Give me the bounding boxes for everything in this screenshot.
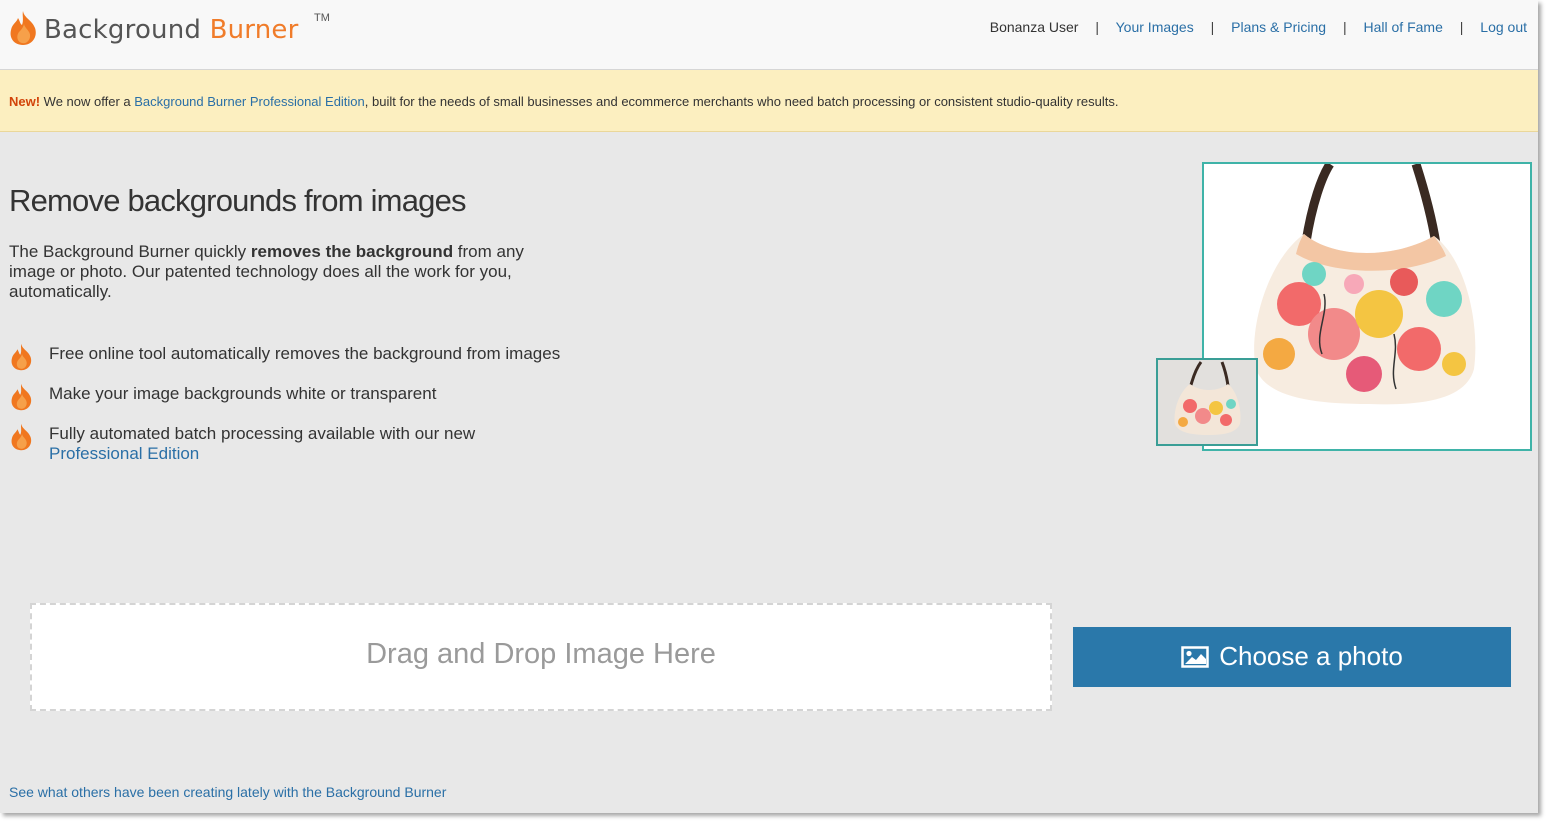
nav-separator: | [1095, 19, 1099, 35]
choose-photo-label: Choose a photo [1219, 641, 1403, 671]
drag-drop-zone[interactable]: Drag and Drop Image Here [30, 603, 1052, 711]
nav-separator: | [1459, 19, 1464, 35]
choose-photo-button-content: Choose a photo [1073, 641, 1511, 672]
trademark: TM [314, 12, 330, 24]
nav-your-images[interactable]: Your Images [1116, 19, 1194, 35]
top-nav: Bonanza User | Your Images | Plans & Pri… [990, 19, 1527, 35]
drag-drop-label: Drag and Drop Image Here [366, 638, 716, 670]
picture-icon [1181, 646, 1209, 668]
announcement-text-after: , built for the needs of small businesse… [364, 94, 1119, 109]
announcement-text-before: We now offer a [40, 94, 135, 109]
brand-word-burner: Burner [209, 15, 299, 45]
hero-description-bold: removes the background [250, 242, 454, 261]
flame-icon [11, 383, 32, 411]
brand-name: Background Burner [44, 15, 299, 45]
new-badge: New! [9, 94, 41, 109]
flame-icon [11, 423, 32, 451]
before-preview-thumbnail [1156, 358, 1258, 446]
flame-icon [10, 11, 36, 45]
handbag-thumbnail-image [1158, 360, 1256, 444]
brand-word-background: Background [44, 15, 202, 45]
nav-separator: | [1210, 19, 1215, 35]
hero-description: The Background Burner quickly removes th… [9, 242, 569, 302]
nav-log-out[interactable]: Log out [1480, 19, 1527, 35]
feature-text: Free online tool automatically removes t… [49, 344, 561, 363]
recent-creations-link[interactable]: See what others have been creating latel… [9, 784, 446, 800]
professional-edition-link[interactable]: Background Burner Professional Edition [134, 94, 365, 109]
feature-text: Fully automated batch processing availab… [49, 424, 476, 443]
feature-text: Make your image backgrounds white or tra… [49, 384, 437, 403]
feature-item: Make your image backgrounds white or tra… [9, 383, 569, 411]
professional-edition-feature-link[interactable]: Professional Edition [49, 444, 199, 463]
feature-item: Free online tool automatically removes t… [9, 343, 569, 371]
hero-description-before: The Background Burner quickly [9, 242, 251, 261]
page-title: Remove backgrounds from images [9, 183, 467, 218]
nav-hall-of-fame[interactable]: Hall of Fame [1364, 19, 1443, 35]
announcement-text: New! We now offer a Background Burner Pr… [9, 94, 1118, 109]
nav-plans-pricing[interactable]: Plans & Pricing [1231, 19, 1326, 35]
page-frame: Background Burner TM Bonanza User | Your… [0, 0, 1538, 813]
flame-icon [11, 343, 32, 371]
choose-photo-button[interactable]: Choose a photo [1073, 627, 1511, 687]
announcement-banner: New! We now offer a Background Burner Pr… [0, 70, 1538, 132]
nav-separator: | [1342, 19, 1347, 35]
user-name: Bonanza User [989, 19, 1079, 35]
feature-item: Fully automated batch processing availab… [9, 423, 569, 464]
header: Background Burner TM Bonanza User | Your… [0, 0, 1538, 70]
feature-list: Free online tool automatically removes t… [9, 343, 569, 464]
